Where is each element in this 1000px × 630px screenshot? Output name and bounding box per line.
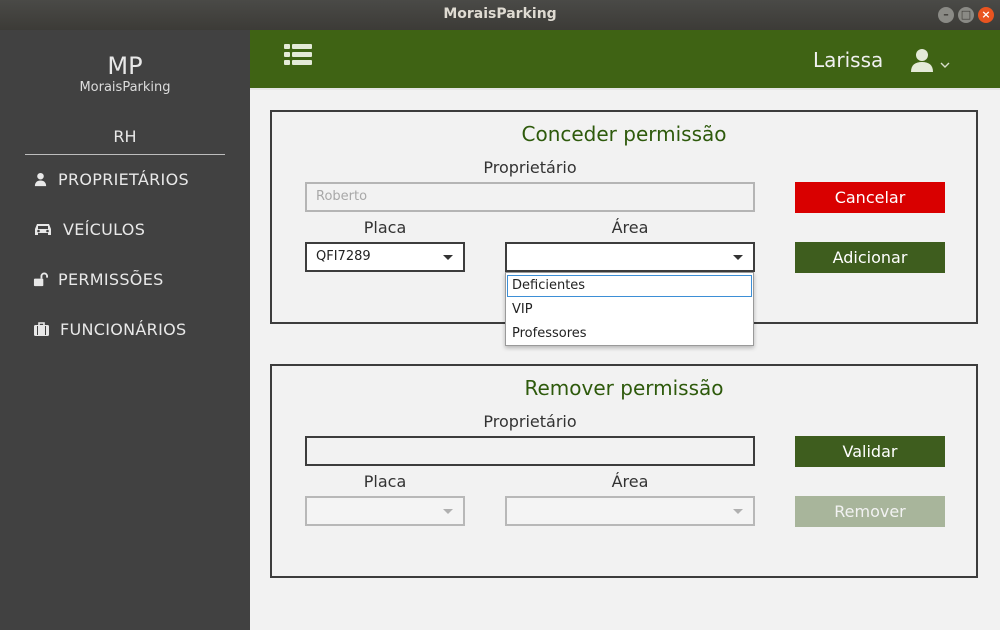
remove-button[interactable]: Remover — [795, 496, 945, 527]
close-icon[interactable]: × — [978, 7, 994, 23]
top-bar: Larissa — [250, 30, 1000, 90]
area-option[interactable]: VIP — [507, 299, 752, 321]
area-option[interactable]: Professores — [507, 323, 752, 345]
grant-owner-field[interactable]: Roberto — [305, 182, 755, 212]
caret-down-icon — [443, 255, 453, 260]
remove-plate-select[interactable] — [305, 496, 465, 526]
list-icon[interactable] — [284, 43, 312, 71]
chevron-down-icon[interactable] — [940, 54, 950, 73]
sidebar-item-label: VEÍCULOS — [63, 220, 146, 239]
grant-area-label: Área — [611, 218, 649, 237]
sidebar-item-label: PERMISSÕES — [58, 270, 164, 289]
validate-button[interactable]: Validar — [795, 436, 945, 467]
user-name: Larissa — [813, 48, 884, 72]
briefcase-icon — [33, 322, 50, 337]
window-titlebar: MoraisParking – □ × — [0, 0, 1000, 30]
sidebar-item-veiculos[interactable]: VEÍCULOS — [33, 220, 145, 239]
remove-owner-label: Proprietário — [483, 412, 577, 431]
minimize-icon[interactable]: – — [938, 7, 954, 23]
sidebar-item-funcionarios[interactable]: FUNCIONÁRIOS — [33, 320, 186, 339]
user-icon — [33, 172, 48, 187]
user-icon[interactable] — [910, 48, 934, 76]
grant-panel-title: Conceder permissão — [521, 122, 727, 146]
caret-down-icon — [733, 255, 743, 260]
area-dropdown-list: Deficientes VIP Professores — [505, 272, 754, 346]
car-icon — [33, 222, 53, 237]
grant-plate-label: Placa — [363, 218, 407, 237]
unlock-icon — [33, 272, 48, 287]
caret-down-icon — [733, 509, 743, 514]
grant-plate-select[interactable]: QFI7289 — [305, 242, 465, 272]
sidebar-item-label: PROPRIETÁRIOS — [58, 170, 189, 189]
grant-owner-label: Proprietário — [483, 158, 577, 177]
sidebar: MP MoraisParking RH PROPRIETÁRIOS VEÍCUL… — [0, 30, 250, 630]
remove-panel-title: Remover permissão — [524, 376, 724, 400]
logo: MP — [107, 52, 143, 80]
logo-subtitle: MoraisParking — [79, 80, 171, 95]
cancel-button[interactable]: Cancelar — [795, 182, 945, 213]
role-label: RH — [113, 127, 137, 146]
remove-owner-field[interactable] — [305, 436, 755, 466]
window-title: MoraisParking — [443, 6, 557, 22]
sidebar-item-label: FUNCIONÁRIOS — [60, 320, 187, 339]
remove-permission-panel: Remover permissão — [270, 364, 978, 578]
maximize-icon[interactable]: □ — [958, 7, 974, 23]
sidebar-item-proprietarios[interactable]: PROPRIETÁRIOS — [33, 170, 189, 189]
grant-plate-value: QFI7289 — [316, 249, 371, 264]
add-button[interactable]: Adicionar — [795, 242, 945, 273]
remove-area-label: Área — [611, 472, 649, 491]
caret-down-icon — [443, 509, 453, 514]
sidebar-divider — [25, 154, 225, 155]
sidebar-item-permissoes[interactable]: PERMISSÕES — [33, 270, 164, 289]
grant-area-select[interactable] — [505, 242, 755, 272]
remove-plate-label: Placa — [363, 472, 407, 491]
area-option[interactable]: Deficientes — [507, 275, 752, 297]
remove-area-select[interactable] — [505, 496, 755, 526]
